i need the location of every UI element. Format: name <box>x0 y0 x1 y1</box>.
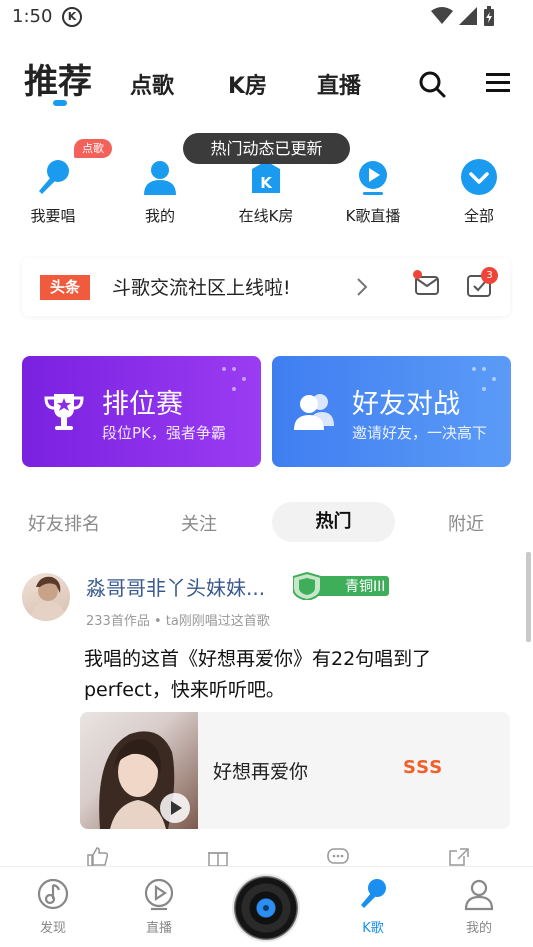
nav-live[interactable]: 直播 <box>129 877 189 936</box>
tab-live[interactable]: 直播 <box>317 68 361 100</box>
gift-icon[interactable] <box>207 846 229 866</box>
decor-dots-icon <box>222 367 246 391</box>
nav-karaoke[interactable]: K歌 <box>343 877 403 936</box>
tab-recommend[interactable]: 推荐 <box>24 54 92 103</box>
like-icon[interactable] <box>86 846 108 866</box>
nav-profile[interactable]: 我的 <box>449 877 509 936</box>
user-name[interactable]: 淼哥哥非丫头妹妹... <box>86 572 265 601</box>
live-play-icon <box>359 161 387 195</box>
nav-label: 发现 <box>39 921 66 936</box>
decor-dots-icon <box>472 367 496 391</box>
live-icon <box>144 878 174 911</box>
tab-hot[interactable]: 热门 <box>272 502 395 542</box>
avatar[interactable] <box>22 573 70 621</box>
status-time: 1:50 <box>12 6 53 27</box>
tab-indicator <box>53 100 67 106</box>
tab-nearby[interactable]: 附近 <box>448 510 484 536</box>
avatar-photo <box>30 576 66 621</box>
share-icon[interactable] <box>448 846 470 866</box>
tab-song-request[interactable]: 点歌 <box>130 68 174 100</box>
hot-badge: 点歌 <box>74 139 112 158</box>
rank-label: 青铜III <box>345 579 386 595</box>
card-title: 好友对战 <box>352 389 460 420</box>
quick-action-all[interactable]: 全部 <box>434 155 524 226</box>
headline-text[interactable]: 斗歌交流社区上线啦! <box>112 273 291 300</box>
person-icon <box>144 161 176 195</box>
chevron-right-icon <box>357 278 368 296</box>
post-text: 我唱的这首《好想再爱你》有22句唱到了perfect，快来听听吧。 <box>84 648 432 701</box>
card-subtitle: 段位PK，强者争霸 <box>102 424 226 442</box>
friend-battle-card[interactable]: 好友对战 邀请好友，一决高下 <box>272 356 511 467</box>
post-meta: 233首作品 • ta刚刚唱过这首歌 <box>86 614 270 629</box>
wifi-icon <box>431 7 453 24</box>
search-icon[interactable] <box>418 70 446 98</box>
microphone-icon <box>39 160 69 194</box>
quick-action-mine[interactable]: 我的 <box>115 155 205 226</box>
nav-discover[interactable]: 发现 <box>23 877 83 936</box>
tab-following[interactable]: 关注 <box>181 510 217 536</box>
quick-action-label: 我要唱 <box>30 207 76 225</box>
update-toast: 热门动态已更新 <box>183 133 350 164</box>
scrollbar[interactable] <box>526 552 531 642</box>
quick-action-label: 我的 <box>144 207 175 225</box>
quick-action-sing[interactable]: 我要唱 <box>8 155 98 226</box>
menu-icon[interactable] <box>486 70 510 94</box>
chevron-down-icon <box>461 159 497 195</box>
discover-icon <box>37 878 69 910</box>
svg-text:K: K <box>260 174 273 192</box>
quick-action-label: 在线K房 <box>238 207 294 225</box>
status-bar: 1:50 K <box>0 0 533 36</box>
headline-tag: 头条 <box>40 275 90 300</box>
tab-k-room[interactable]: K房 <box>228 68 267 100</box>
song-card[interactable]: 好想再爱你 SSS <box>80 712 510 829</box>
trophy-icon <box>44 394 84 430</box>
nav-label: 直播 <box>145 921 172 936</box>
mail-unread-dot <box>413 270 422 279</box>
card-subtitle: 邀请好友，一决高下 <box>352 424 488 442</box>
task-count-badge: 3 <box>481 267 498 284</box>
tab-friend-ranking[interactable]: 好友排名 <box>28 510 100 536</box>
quick-action-live[interactable]: K歌直播 <box>328 155 418 226</box>
k-app-notification-icon: K <box>62 7 82 27</box>
ranked-match-card[interactable]: 排位赛 段位PK，强者争霸 <box>22 356 261 467</box>
quick-action-k-room[interactable]: K 在线K房 <box>221 155 311 226</box>
nav-label: K歌 <box>362 921 384 936</box>
song-score: SSS <box>403 757 444 778</box>
battery-icon <box>484 6 494 26</box>
card-title: 排位赛 <box>102 389 183 420</box>
status-icons <box>431 6 495 26</box>
comment-icon[interactable] <box>327 846 349 866</box>
vinyl-center-dot <box>263 905 269 911</box>
top-nav: 推荐 点歌 K房 直播 <box>0 48 533 108</box>
headline-banner[interactable]: 头条 斗歌交流社区上线啦! <box>22 258 510 316</box>
quick-action-label: 全部 <box>463 207 494 225</box>
friends-icon <box>294 394 334 430</box>
song-title: 好想再爱你 <box>213 761 309 783</box>
profile-icon <box>464 879 494 911</box>
karaoke-icon <box>361 879 386 908</box>
signal-icon <box>459 7 477 25</box>
nav-label: 我的 <box>465 921 492 936</box>
quick-action-label: K歌直播 <box>345 207 401 225</box>
play-icon[interactable] <box>159 792 191 824</box>
